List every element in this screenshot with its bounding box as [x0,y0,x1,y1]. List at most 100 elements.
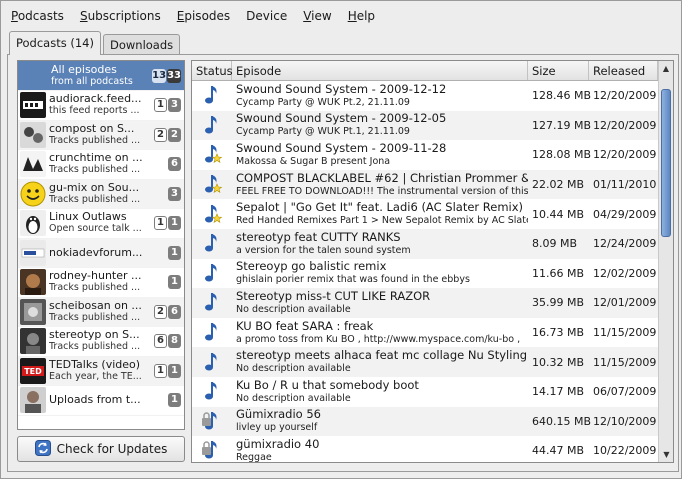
episode-size: 22.02 MB [532,178,585,192]
column-header-size[interactable]: Size [528,61,589,80]
gpodder-window: Podcasts Subscriptions Episodes Device View H… [0,0,682,479]
episode-cell: Swound Sound System - 2009-12-05 Cycamp P… [232,112,528,138]
menu-help[interactable]: Help [340,5,383,27]
episode-status-cell [192,142,232,167]
audio-note-icon [201,261,223,286]
episode-title: Swound Sound System - 2009-12-05 [236,112,447,126]
podcast-item-text: nokiadevforum... [46,247,167,259]
menu-view[interactable]: View [295,5,339,27]
episode-title: Swound Sound System - 2009-11-28 [236,141,447,155]
episode-released: 12/01/2009 [593,296,657,310]
menubar: Podcasts Subscriptions Episodes Device View H… [3,5,679,27]
episode-status-cell [192,172,232,197]
episode-title: Swound Sound System - 2009-12-12 [236,82,447,96]
new-audio-star-icon [201,142,223,167]
episode-cell: Swound Sound System - 2009-12-12 Cycamp P… [232,83,528,109]
podcast-item-text: rodney-hunter ... Tracks published ... [46,270,167,294]
podcast-item[interactable]: nokiadevforum... 1 [18,238,184,268]
episode-size: 16.73 MB [532,326,585,340]
scheibosan-cover-icon [20,298,46,325]
compost-cover-icon [20,121,46,148]
episode-size: 10.44 MB [532,207,585,221]
podcast-item[interactable]: Linux Outlaws Open source talk ... 1 1 [18,209,184,239]
podcast-item[interactable]: rodney-hunter ... Tracks published ... 1 [18,268,184,298]
check-for-updates-button[interactable]: Check for Updates [17,436,185,462]
episode-description: a version for the talen sound system [236,244,411,256]
audio-note-icon [201,320,223,345]
column-header-status[interactable]: Status [192,61,233,80]
podcast-list[interactable]: All episodes from all podcasts 13 33 aud… [17,60,185,430]
podcast-title: gu-mix on Sou... [49,181,140,194]
podcast-item[interactable]: compost on S... Tracks published ... 2 2 [18,120,184,150]
episode-list[interactable]: Status Episode Size Released Swound Soun… [191,60,674,463]
episode-released: 04/29/2009 [593,207,657,221]
episode-row[interactable]: Stereotyp miss-t CUT LIKE RAZOR No descri… [192,288,658,318]
tab-downloads[interactable]: Downloads [102,34,181,55]
episode-description: a promo toss from Ku BO , http://www.mys… [236,333,521,345]
episode-status-cell [192,83,232,108]
episode-counts: 1 [167,275,181,290]
menu-device[interactable]: Device [238,5,295,27]
episode-row[interactable]: Gümixradio 56 livley up yourself 640.15 MB… [192,406,658,437]
podcast-subtitle: from all podcasts [51,75,133,87]
tab-podcasts[interactable]: Podcasts (14) [9,31,101,55]
total-count-badge: 1 [168,245,181,260]
new-count-badge: 1 [154,216,167,231]
refresh-icon [34,439,51,459]
scrollbar-thumb[interactable] [661,89,671,237]
episode-counts: 1 [167,245,181,260]
audio-note-icon [201,231,223,256]
episode-status-cell [192,231,232,256]
scroll-down-arrow-icon[interactable]: ▼ [659,447,673,462]
podcast-item-text: All episodes from all podcasts [18,64,151,88]
uploads-cover-icon [20,387,46,414]
episode-released: 12/20/2009 [593,118,657,132]
episode-list-scrollbar[interactable]: ▲ ▼ [658,61,673,462]
episode-row[interactable]: stereotyp feat CUTTY RANKS a version for … [192,228,658,259]
audio-note-icon [201,83,223,108]
new-count-badge: 2 [154,127,167,142]
episode-size: 8.09 MB [532,237,578,251]
podcast-title: rodney-hunter ... [49,270,142,283]
podcast-item[interactable]: TED TEDTalks (video) Each year, the TE... 1… [18,356,184,386]
podcast-title: Uploads from t... [49,394,141,407]
column-header-released[interactable]: Released [589,61,658,80]
podcast-item[interactable]: stereotyp on S... Tracks published ... 6 8 [18,327,184,357]
menu-subscriptions[interactable]: Subscriptions [72,5,169,27]
podcast-item-text: scheibosan on ... Tracks published ... [46,300,153,324]
episode-row[interactable]: KU BO feat SARA : freak a promo toss from… [192,318,658,348]
podcast-item-text: Uploads from t... [46,394,167,406]
total-count-badge: 8 [168,334,181,349]
scroll-up-arrow-icon[interactable]: ▲ [659,61,673,76]
podcast-item[interactable]: audiorack.feed... this feed reports ... 1 3 [18,91,184,121]
episode-size: 14.17 MB [532,385,585,399]
episode-size: 10.32 MB [532,355,585,369]
episode-row[interactable]: Swound Sound System - 2009-12-12 Cycamp P… [192,81,658,111]
episode-row[interactable]: Swound Sound System - 2009-11-28 Makossa … [192,140,658,170]
menu-label: elp [356,9,376,23]
podcast-item[interactable]: gu-mix on Sou... Tracks published ... 3 [18,179,184,209]
menu-label: odcasts [17,9,64,23]
episode-row[interactable]: stereotyp meets alhaca feat mc collage N… [192,347,658,377]
total-count-badge: 1 [168,393,181,408]
new-count-badge: 1 [154,98,167,113]
episode-row[interactable]: Stereoyp go balistic remix ghislain porie… [192,259,658,289]
podcasts-tab-panel: All episodes from all podcasts 13 33 aud… [7,54,679,472]
episode-size: 44.47 MB [532,444,585,458]
podcast-item[interactable]: Uploads from t... 1 [18,386,184,416]
menu-podcasts[interactable]: Podcasts [3,5,72,27]
podcast-item[interactable]: crunchtime on ... Tracks published ... 6 [18,150,184,180]
column-header-episode[interactable]: Episode [232,61,528,80]
episode-row[interactable]: Swound Sound System - 2009-12-05 Cycamp P… [192,110,658,141]
podcast-item-all-episodes[interactable]: All episodes from all podcasts 13 33 [18,61,184,91]
episode-row[interactable]: gümixradio 40 Reggae 44.47 MB 10/22/2009 [192,436,658,462]
episode-row[interactable]: Ku Bo / R u that somebody boot No descrip… [192,377,658,407]
podcast-item-text: TEDTalks (video) Each year, the TE... [46,359,153,383]
episode-status-cell [192,379,232,404]
podcast-item[interactable]: scheibosan on ... Tracks published ... 2 6 [18,297,184,327]
menu-episodes[interactable]: Episodes [169,5,238,27]
new-count-badge: 2 [154,304,167,319]
episode-row[interactable]: COMPOST BLACKLABEL #62 | Christian Promm… [192,169,658,200]
episode-row[interactable]: Sepalot | "Go Get It" feat. Ladi6 (AC Sl… [192,199,658,229]
episode-title: gümixradio 40 [236,437,320,451]
